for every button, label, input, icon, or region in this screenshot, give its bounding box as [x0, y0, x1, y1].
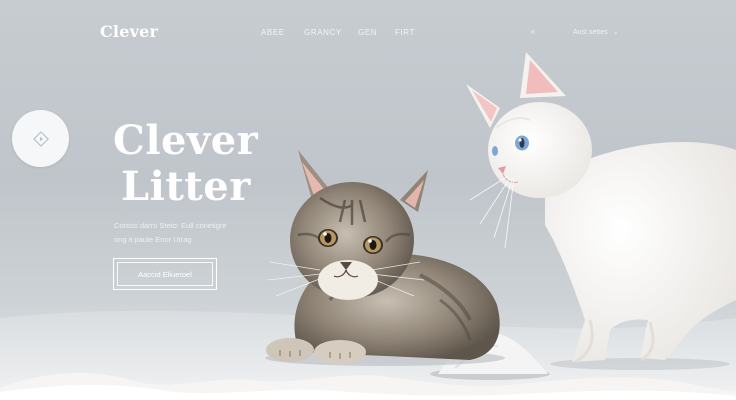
chevron-down-icon: ⌄ — [612, 29, 619, 36]
account-menu-label: Aust settes — [573, 29, 608, 36]
hero-title: Clever Litter — [113, 118, 258, 210]
hero-subtitle-line-2: ong it paute Enor Utrag — [114, 235, 192, 244]
hero-title-line-2: Litter — [121, 163, 251, 210]
main-nav: ABEE GRANCY GEN FIRT — [0, 28, 736, 40]
hero-subtitle: Coross darro Steto: Eull conetigre ong i… — [114, 219, 254, 247]
white-kitten — [466, 52, 736, 370]
close-icon[interactable]: × — [530, 27, 535, 37]
nav-link-firt[interactable]: FIRT — [395, 28, 415, 37]
cta-button-label: Aaccid Eliueroel — [138, 270, 192, 279]
cta-button[interactable]: Aaccid Eliueroel — [113, 258, 217, 290]
nav-link-gen[interactable]: GEN — [358, 28, 377, 37]
tabby-kitten — [265, 150, 505, 366]
play-button[interactable] — [12, 110, 69, 167]
account-menu[interactable]: Aust settes ⌄ — [573, 28, 619, 36]
nav-link-grancy[interactable]: GRANCY — [304, 28, 342, 37]
diamond-play-icon — [33, 131, 49, 147]
hero-illustration — [0, 52, 736, 400]
nav-link-abee[interactable]: ABEE — [261, 28, 285, 37]
hero-subtitle-line-1: Coross darro Steto: Eull conetigre — [114, 221, 227, 230]
hero-title-line-1: Clever — [113, 117, 259, 164]
